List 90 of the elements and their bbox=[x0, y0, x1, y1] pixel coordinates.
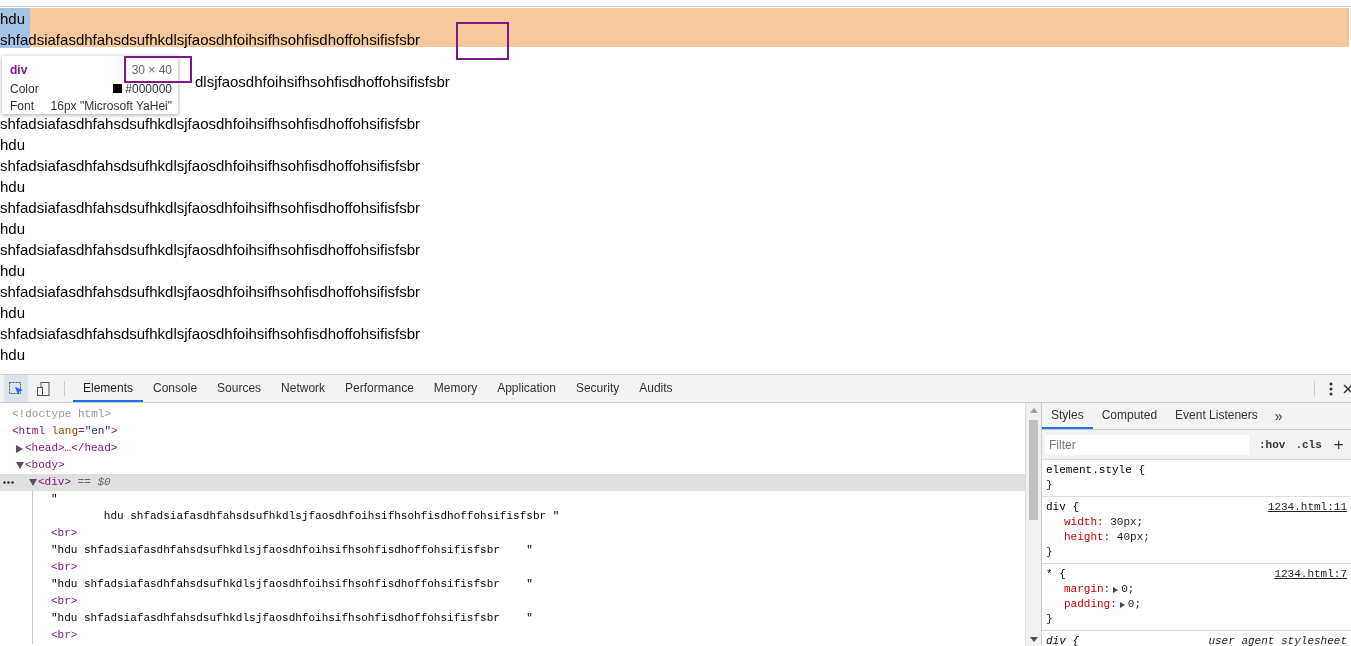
text-node-line: hdu shfadsiafasdhfahsdsufhkdlsjfaosdhfoihsifhsohfisdhoffohsifisfsbr " bbox=[102, 509, 560, 524]
tooltip-value: 16px "Microsoft YaHei" bbox=[50, 98, 172, 113]
page-text-line: hdu bbox=[0, 219, 26, 239]
tree-row[interactable]: <br> bbox=[0, 525, 1025, 542]
page-text-line: shfadsiafasdhfahsdsufhkdlsjfaosdhfoihsifhsohfisdhoffohsifisfsbr bbox=[0, 156, 420, 176]
toggle-button[interactable]: .cls bbox=[1295, 438, 1322, 451]
text-node-line: " bbox=[51, 492, 58, 507]
page-text-line: hdu bbox=[0, 303, 26, 323]
element-tag: <br> bbox=[51, 627, 78, 644]
property-name: height: bbox=[1064, 530, 1111, 545]
sidebar-tab[interactable]: Event Listeners bbox=[1166, 403, 1267, 429]
panel-tab[interactable]: Sources bbox=[207, 375, 272, 402]
page-text-line: hdu bbox=[0, 345, 26, 365]
annotation-rectangle bbox=[456, 22, 509, 60]
tooltip-label: Font bbox=[10, 98, 34, 113]
rule-selector: element.style { bbox=[1046, 463, 1146, 478]
panel-tab[interactable]: Console bbox=[143, 375, 208, 402]
kebab-menu-icon[interactable] bbox=[1329, 381, 1333, 396]
property-name: padding: bbox=[1064, 597, 1117, 612]
doctype-line: <!doctype html> bbox=[12, 407, 112, 422]
element-tag: <body> bbox=[25, 457, 65, 474]
annotation-rectangle bbox=[124, 56, 192, 83]
panel-tab[interactable]: Application bbox=[487, 375, 566, 402]
property-value: 0; bbox=[1127, 597, 1141, 612]
tree-row[interactable]: <html lang="en"> bbox=[0, 423, 1025, 440]
tree-row[interactable]: <br> bbox=[0, 627, 1025, 644]
expand-triangle-icon[interactable] bbox=[16, 444, 23, 453]
new-rule-button[interactable]: + bbox=[1331, 434, 1346, 455]
closing-brace: } bbox=[1046, 478, 1054, 493]
tree-row[interactable]: <br> bbox=[0, 559, 1025, 576]
page-text-line: shfadsiafasdhfahsdsufhkdlsjfaosdhfoihsifhsohfisdhoffohsifisfsbr bbox=[0, 30, 420, 50]
tree-row[interactable]: <br> bbox=[0, 593, 1025, 610]
more-icon[interactable] bbox=[3, 481, 14, 484]
expand-triangle-icon[interactable] bbox=[1119, 601, 1125, 608]
page-text-line: dlsjfaosdhfoihsifhsohfisdhoffohsifisfsbr bbox=[195, 72, 450, 92]
page-text-line: shfadsiafasdhfahsdsufhkdlsjfaosdhfoihsifhsohfisdhoffohsifisfsbr bbox=[0, 324, 420, 344]
element-tag: <br> bbox=[51, 525, 78, 542]
rule-selector: * { bbox=[1046, 567, 1066, 582]
property-value: 30px; bbox=[1110, 515, 1144, 530]
page-text-line: shfadsiafasdhfahsdsufhkdlsjfaosdhfoihsifhsohfisdhoffohsifisfsbr bbox=[0, 198, 420, 218]
expand-triangle-icon[interactable] bbox=[1113, 586, 1119, 593]
collapse-triangle-icon[interactable] bbox=[29, 479, 37, 486]
panel-tab[interactable]: Audits bbox=[629, 375, 683, 402]
property-name: width: bbox=[1064, 515, 1104, 530]
page-text-line: hdu bbox=[0, 9, 26, 29]
inspect-button[interactable] bbox=[4, 375, 28, 402]
text-node-line: "hdu shfadsiafasdhfahsdsufhkdlsjfaosdhfoihsifhsohfisdhoffohsifisfsbr " bbox=[51, 577, 533, 592]
rule-selector: div { bbox=[1046, 500, 1079, 515]
page-text-line: hdu bbox=[0, 177, 26, 197]
rule-origin: user agent stylesheet bbox=[1208, 634, 1347, 646]
page-text-line: hdu bbox=[0, 261, 26, 281]
element-tag: <br> bbox=[51, 559, 78, 576]
property-value: 0; bbox=[1121, 582, 1135, 597]
tree-row[interactable]: <head>…</head> bbox=[0, 440, 1025, 457]
property-name: margin: bbox=[1064, 582, 1111, 597]
page-text-line: hdu bbox=[0, 135, 26, 155]
panel-tab[interactable]: Memory bbox=[423, 375, 488, 402]
more-tabs-button[interactable]: » bbox=[1266, 403, 1291, 429]
panel-tab[interactable]: Performance bbox=[335, 375, 424, 402]
page-text-line: shfadsiafasdhfahsdsufhkdlsjfaosdhfoihsifhsohfisdhoffohsifisfsbr bbox=[0, 240, 420, 260]
device-icon bbox=[36, 380, 52, 397]
tooltip-tag: div bbox=[10, 63, 28, 77]
tooltip-label: Color bbox=[10, 81, 39, 96]
panel-tab[interactable]: Network bbox=[271, 375, 336, 402]
element-tag: <br> bbox=[51, 593, 78, 610]
tooltip-value: #000000 bbox=[125, 81, 172, 96]
property-value: 40px; bbox=[1116, 530, 1150, 545]
scroll-down-icon[interactable] bbox=[1029, 637, 1038, 642]
toggle-button[interactable]: :hov bbox=[1259, 438, 1286, 451]
closing-brace: } bbox=[1046, 545, 1054, 560]
scrollbar-thumb[interactable] bbox=[1029, 420, 1038, 520]
element-tag: <head>…</head> bbox=[25, 440, 118, 457]
selected-row[interactable]: <div> == $0 bbox=[0, 474, 1025, 491]
text-node-line: "hdu shfadsiafasdhfahsdsufhkdlsjfaosdhfoihsifhsohfisdhoffohsifisfsbr " bbox=[51, 543, 533, 558]
text-node-line: "hdu shfadsiafasdhfahsdsufhkdlsjfaosdhfoihsifhsohfisdhoffohsifisfsbr " bbox=[51, 611, 533, 626]
sidebar-tab[interactable]: Computed bbox=[1092, 403, 1167, 429]
source-link[interactable]: 1234.html:7 bbox=[1274, 567, 1347, 582]
page-text-line: shfadsiafasdhfahsdsufhkdlsjfaosdhfoihsifhsohfisdhoffohsifisfsbr bbox=[0, 114, 420, 134]
panel-tab[interactable]: Elements bbox=[73, 375, 144, 402]
inspect-icon bbox=[8, 380, 24, 397]
filter-field[interactable]: Filter bbox=[1045, 434, 1249, 455]
element-tag: <div> == $0 bbox=[38, 474, 111, 491]
element-tag: <html lang="en"> bbox=[12, 423, 118, 440]
page-text-line: shfadsiafasdhfahsdsufhkdlsjfaosdhfoihsifhsohfisdhoffohsifisfsbr bbox=[0, 282, 420, 302]
tooltip-size: 30 × 40 bbox=[131, 63, 172, 77]
close-icon[interactable] bbox=[1343, 383, 1351, 394]
closing-brace: } bbox=[1046, 612, 1054, 627]
rule-selector: div { bbox=[1046, 634, 1079, 646]
source-link[interactable]: 1234.html:11 bbox=[1267, 500, 1347, 515]
panel-tab[interactable]: Security bbox=[565, 375, 630, 402]
